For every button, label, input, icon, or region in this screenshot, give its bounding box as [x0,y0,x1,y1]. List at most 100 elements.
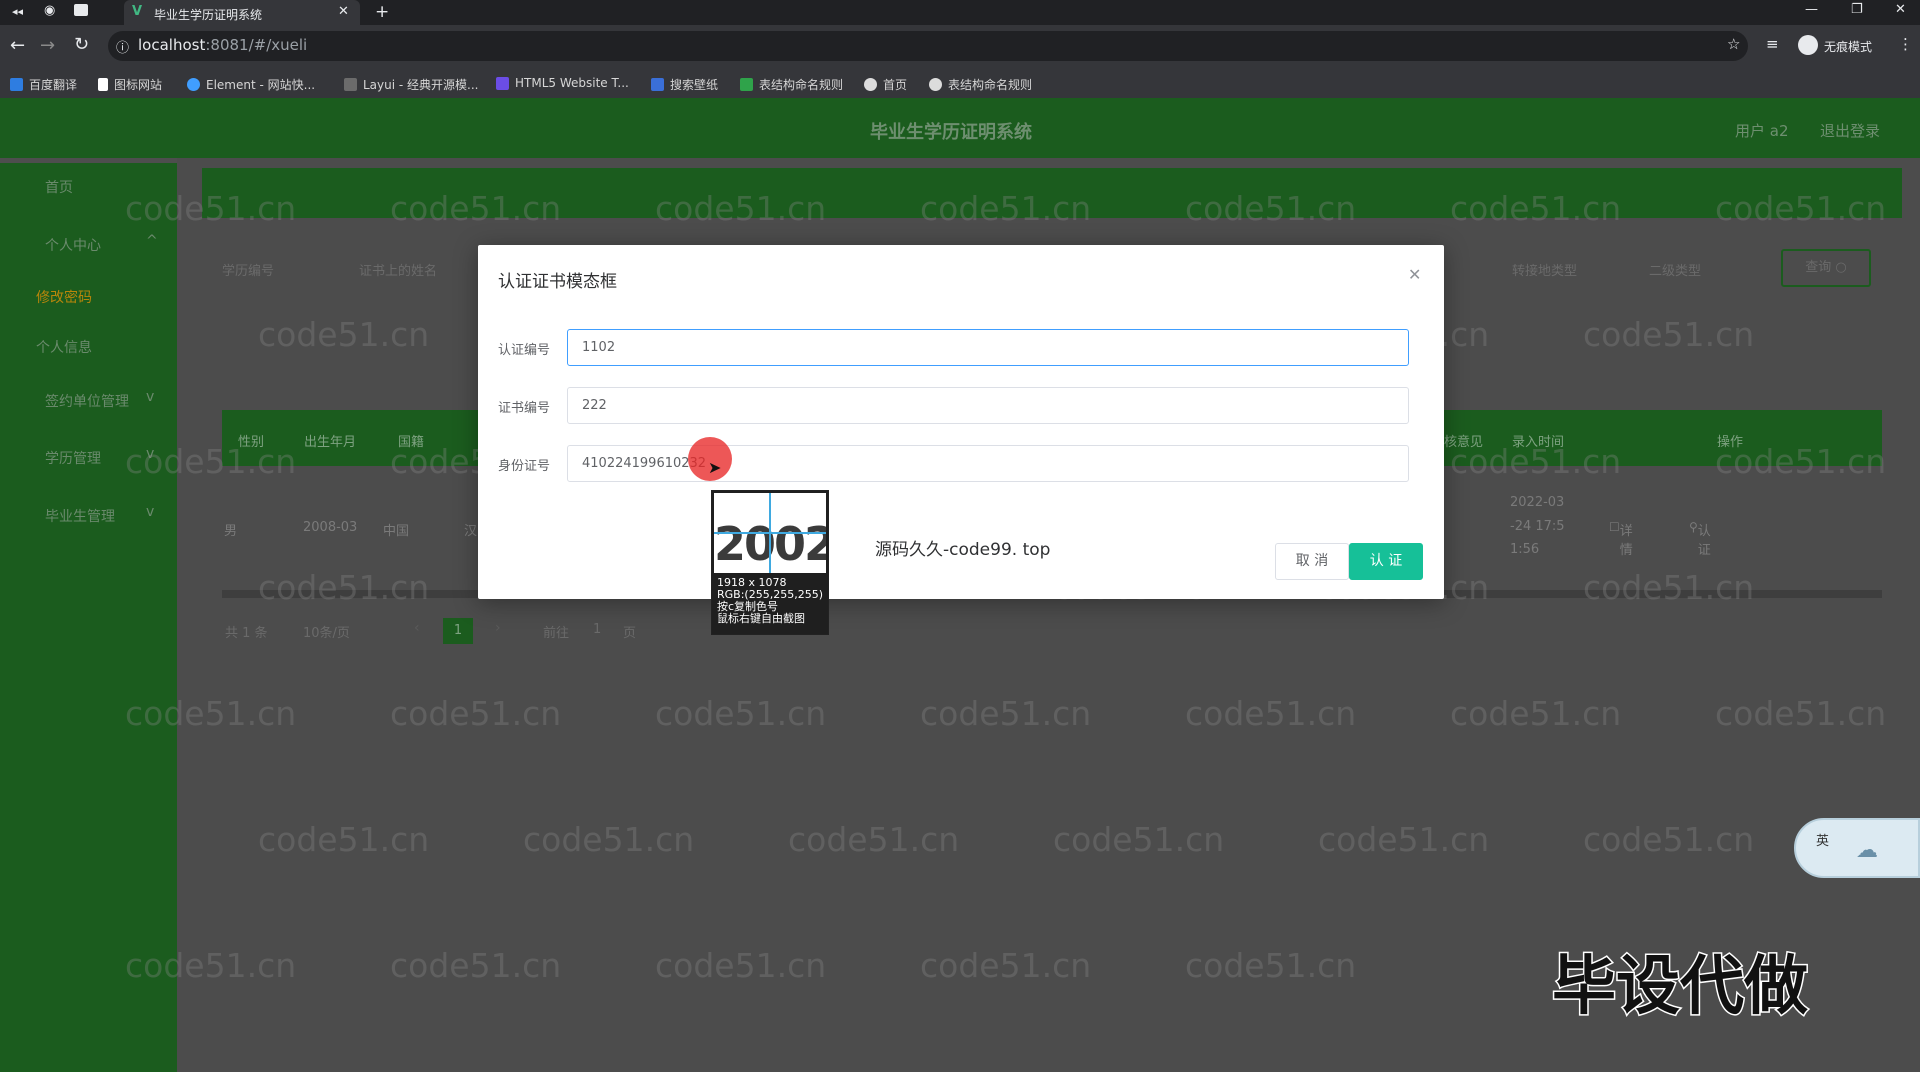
page-size-select[interactable]: 10条/页 [303,622,350,641]
chevron-down-icon: v [146,504,155,520]
column-header: 录入时间 [1512,435,1565,450]
certify-modal: 认证证书模态框 ✕ 认证编号 1102 证书编号 222 身份证号 410224… [478,245,1444,599]
certificate-no-input[interactable]: 222 [567,387,1409,424]
sidebar-item-employer-management[interactable]: 签约单位管理 [45,391,129,411]
filter-label: 转接地类型 [1512,264,1578,279]
reading-list-icon[interactable]: ≡ [1766,35,1779,53]
overlay-caption: 毕设代做 [1551,949,1810,1026]
chevron-up-icon: ^ [146,233,158,249]
filter-label: 二级类型 [1649,264,1702,279]
cell-birth: 2008-03 [303,520,358,535]
cell-ethnic: 汉 [464,524,478,539]
sidebar-item-personal-info[interactable]: 个人信息 [36,337,92,357]
column-header: 国籍 [398,435,425,450]
prev-page-icon[interactable]: ‹ [414,620,420,636]
sidebar-item-graduate-management[interactable]: 毕业生管理 [45,506,115,526]
tab-window-icon[interactable] [74,4,88,16]
field-label-id-number: 身份证号 [498,459,551,474]
bookmark-item[interactable]: 表结构命名规则 [740,76,843,93]
address-bar-row: ← → ↻ ⓘ localhost:8081/#/xueli ☆ ≡ 无痕模式 … [0,25,1920,68]
active-tab[interactable]: V 毕业生学历证明系统 ✕ [124,0,360,25]
ime-mascot-icon: ☁ [1856,838,1878,863]
page-number-current[interactable]: 1 [443,618,473,644]
promo-text: 源码久久-code99. top [875,540,1051,560]
sidebar-item-change-password[interactable]: 修改密码 [36,287,92,307]
column-header: 核意见 [1444,435,1484,450]
vue-logo-icon: V [132,4,143,19]
url-text: localhost:8081/#/xueli [138,36,308,54]
reload-icon[interactable]: ↻ [74,34,89,55]
picker-info: 1918 x 1078 RGB:(255,255,255) 按c复制色号 鼠标右… [717,577,823,625]
sidebar-item-home[interactable]: 首页 [45,177,73,197]
sidebar: 首页 个人中心 ^ 修改密码 个人信息 签约单位管理 v 学历管理 v 毕业生管… [0,163,177,1072]
ime-widget[interactable]: 英 ☁ [1794,818,1920,878]
certify-button[interactable]: ⚲ 认证 [1689,520,1711,558]
magnifier-preview: 2002 [714,493,826,573]
cell-nationality: 中国 [383,524,410,539]
field-label-certificate-no: 证书编号 [498,401,551,416]
bookmark-item[interactable]: 图标网站 [98,76,162,93]
ime-language-label: 英 [1816,834,1830,849]
field-label-cert-no: 认证编号 [498,343,551,358]
site-info-icon[interactable]: ⓘ [116,37,129,56]
minimize-icon[interactable]: — [1805,2,1818,17]
goto-label: 前往 [543,626,570,641]
confirm-certify-button[interactable]: 认 证 [1349,543,1423,580]
url-field[interactable]: ⓘ localhost:8081/#/xueli [108,31,1748,61]
tab-close-icon[interactable]: ✕ [338,4,349,19]
cancel-button[interactable]: 取 消 [1275,543,1349,580]
sidebar-item-personal-center[interactable]: 个人中心 [45,235,101,255]
color-picker-tooltip: 2002 1918 x 1078 RGB:(255,255,255) 按c复制色… [711,490,829,635]
cell-time: -24 17:5 [1510,519,1565,534]
mouse-pointer-icon: ➤ [708,458,722,477]
modal-title: 认证证书模态框 [498,272,617,292]
bookmarks-bar: 百度翻译 图标网站 Element - 网站快... Layui - 经典开源模… [0,68,1920,98]
cert-no-input[interactable]: 1102 [567,329,1409,366]
user-label: 用户 a2 [1735,122,1789,140]
new-tab-icon[interactable]: + [375,2,389,22]
detail-button[interactable]: ☐ 详情 [1609,520,1633,558]
column-header: 操作 [1717,435,1744,450]
goto-input[interactable]: 1 [593,622,601,637]
bookmark-item[interactable]: Element - 网站快... [187,76,315,93]
chevron-down-icon: v [146,389,155,405]
modal-close-icon[interactable]: ✕ [1408,265,1421,284]
crosshair-vertical [769,493,771,573]
forward-icon[interactable]: → [40,35,55,56]
filter-label: 证书上的姓名 [359,264,438,279]
cell-time: 2022-03 [1510,495,1565,510]
browser-tab-strip: ◂◂ ◉ V 毕业生学历证明系统 ✕ + — ❐ ✕ [0,0,1920,25]
restore-icon[interactable]: ❐ [1851,2,1863,17]
bookmark-item[interactable]: 百度翻译 [10,76,77,93]
browser-menu-icon[interactable]: ⋮ [1898,35,1913,53]
search-icon: ○ [1835,260,1847,275]
chevron-down-icon: v [146,446,155,462]
app-header: 毕业生学历证明系统 用户 a2 退出登录 [0,98,1920,158]
bookmark-item[interactable]: 表结构命名规则 [929,76,1032,93]
tab-globe-icon[interactable]: ◉ [44,3,55,18]
filter-label: 学历编号 [222,264,275,279]
cell-time: 1:56 [1510,542,1540,557]
tab-audio-icon[interactable]: ◂◂ [12,5,23,18]
window-close-icon[interactable]: ✕ [1895,2,1906,17]
picker-screenshot-hint: 鼠标右键自由截图 [717,612,805,625]
page-suffix: 页 [623,626,637,641]
bookmark-item[interactable]: 搜索壁纸 [651,76,718,93]
cell-gender: 男 [224,524,238,539]
logout-link[interactable]: 退出登录 [1820,120,1880,141]
bookmark-item[interactable]: 首页 [864,76,907,93]
page-banner [202,168,1902,218]
back-icon[interactable]: ← [10,35,25,56]
tab-title: 毕业生学历证明系统 [154,8,263,22]
bookmark-item[interactable]: HTML5 Website T... [496,76,629,90]
column-header: 出生年月 [304,435,357,450]
app-title: 毕业生学历证明系统 [870,122,1032,143]
query-button[interactable]: 查询 ○ [1781,249,1871,287]
next-page-icon[interactable]: › [495,620,501,636]
profile-label[interactable]: 无痕模式 [1824,38,1872,55]
pagination-total: 共 1 条 [225,626,268,641]
bookmark-star-icon[interactable]: ☆ [1727,35,1740,53]
bookmark-item[interactable]: Layui - 经典开源模... [344,76,478,93]
sidebar-item-degree-management[interactable]: 学历管理 [45,448,101,468]
incognito-avatar-icon[interactable] [1798,35,1818,55]
